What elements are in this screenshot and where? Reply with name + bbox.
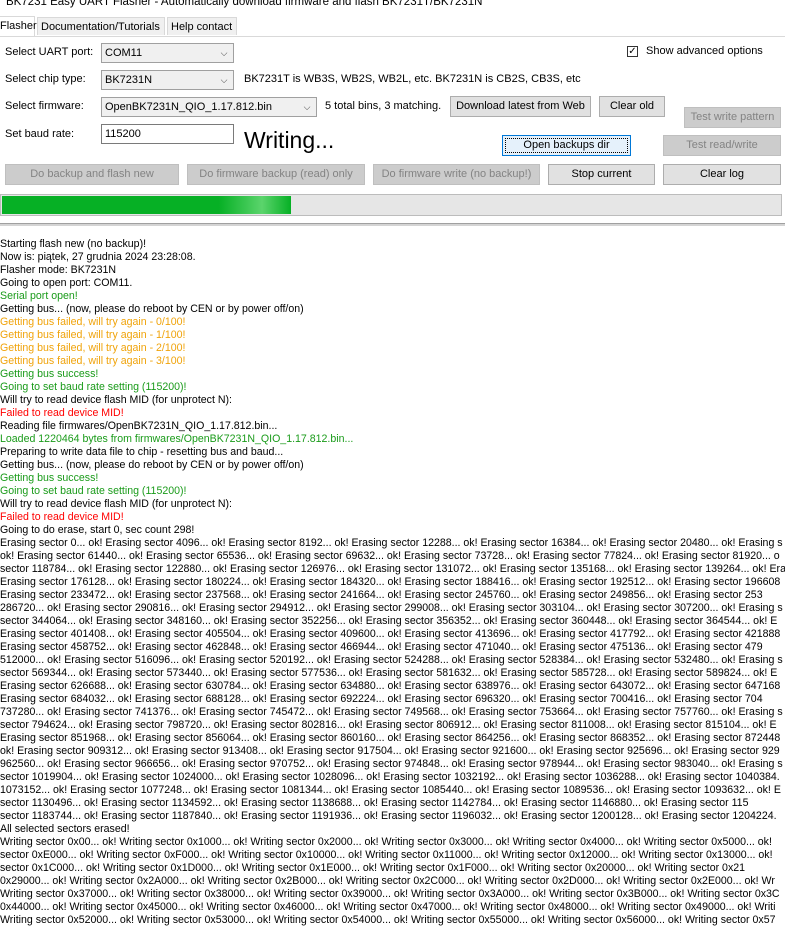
chip-type-select[interactable]: BK7231N ⌵ xyxy=(101,70,234,90)
log-divider xyxy=(0,223,785,226)
log-line: Failed to read device MID! xyxy=(0,407,124,419)
log-line: Going to set baud rate setting (115200)! xyxy=(0,381,187,393)
log-line: Erasing sector 684032... ok! Erasing sec… xyxy=(0,693,763,705)
advanced-options-checkbox[interactable]: ✓ xyxy=(627,46,638,57)
flash-progress-bar xyxy=(0,194,782,216)
log-line: Erasing sector 626688... ok! Erasing sec… xyxy=(0,680,781,692)
log-line: Getting bus failed, will try again - 0/1… xyxy=(0,316,186,328)
chip-type-label: Select chip type: xyxy=(5,73,86,85)
log-line: 0x29000... ok! Writing sector 0x2A000...… xyxy=(0,875,775,887)
log-line: Flasher mode: BK7231N xyxy=(0,264,117,276)
log-line: sector 0x1C000... ok! Writing sector 0x1… xyxy=(0,862,746,874)
log-line: Erasing sector 233472... ok! Erasing sec… xyxy=(0,589,763,601)
log-line: sector 0xE000... ok! Writing sector 0xF0… xyxy=(0,849,773,861)
log-line: Writing sector 0x52000... ok! Writing se… xyxy=(0,914,776,926)
chip-type-value: BK7231N xyxy=(105,74,153,86)
log-line: All selected sectors erased! xyxy=(0,823,130,835)
log-line: 286720... ok! Erasing sector 290816... o… xyxy=(0,602,783,614)
log-output[interactable]: Starting flash new (no backup)! Now is: p… xyxy=(0,238,785,926)
log-line: Erasing sector 401408... ok! Erasing sec… xyxy=(0,628,781,640)
chevron-down-icon: ⌵ xyxy=(303,102,311,112)
log-line: Failed to read device MID! xyxy=(0,511,124,523)
flasher-panel: Select UART port: COM11 ⌵ ✓ Show advance… xyxy=(0,37,785,218)
log-line: Getting bus failed, will try again - 1/1… xyxy=(0,329,186,341)
log-line: Erasing sector 851968... ok! Erasing sec… xyxy=(0,732,781,744)
log-line: ok! Erasing sector 909312... ok! Erasing… xyxy=(0,745,780,757)
window-title: BK7231 Easy UART Flasher - Automatically… xyxy=(0,0,785,9)
tab-flasher[interactable]: Flasher xyxy=(0,16,37,36)
log-line: 1073152... ok! Erasing sector 1077248...… xyxy=(0,784,781,796)
log-line: Getting bus... (now, please do reboot by… xyxy=(0,303,304,315)
firmware-count-note: 5 total bins, 3 matching. xyxy=(325,100,442,112)
log-line: Getting bus failed, will try again - 3/1… xyxy=(0,355,186,367)
chip-type-note: BK7231T is WB3S, WB2S, WB2L, etc. BK7231… xyxy=(244,73,581,85)
log-line: Getting bus failed, will try again - 2/1… xyxy=(0,342,186,354)
log-line: 737280... ok! Erasing sector 741376... o… xyxy=(0,706,783,718)
firmware-backup-button[interactable]: Do firmware backup (read) only xyxy=(187,164,365,185)
log-line: sector 569344... ok! Erasing sector 5734… xyxy=(0,667,778,679)
log-line: Getting bus success! xyxy=(0,472,99,484)
firmware-value: OpenBK7231N_QIO_1.17.812.bin xyxy=(105,101,272,113)
chevron-down-icon: ⌵ xyxy=(220,75,228,85)
log-line: Erasing sector 0... ok! Erasing sector 4… xyxy=(0,537,783,549)
status-writing: Writing... xyxy=(244,127,335,153)
log-line: sector 794624... ok! Erasing sector 7987… xyxy=(0,719,777,731)
log-line: sector 1019904... ok! Erasing sector 102… xyxy=(0,771,780,783)
log-line: Writing sector 0x00... ok! Writing secto… xyxy=(0,836,772,848)
clear-log-button[interactable]: Clear log xyxy=(663,164,781,185)
firmware-select[interactable]: OpenBK7231N_QIO_1.17.812.bin ⌵ xyxy=(101,97,317,117)
log-line: Going to open port: COM11. xyxy=(0,277,133,289)
download-latest-button[interactable]: Download latest from Web xyxy=(450,96,591,117)
test-read-write-button[interactable]: Test read/write xyxy=(663,135,781,156)
log-line: Reading file firmwares/OpenBK7231N_QIO_1… xyxy=(0,420,278,432)
log-line: Preparing to write data file to chip - r… xyxy=(0,446,284,458)
log-line: Erasing sector 176128... ok! Erasing sec… xyxy=(0,576,781,588)
log-line: ok! Erasing sector 61440... ok! Erasing … xyxy=(0,550,780,562)
baud-rate-label: Set baud rate: xyxy=(5,128,75,140)
test-write-pattern-button[interactable]: Test write pattern xyxy=(684,107,781,128)
log-line: sector 1183744... ok! Erasing sector 118… xyxy=(0,810,777,822)
log-line: sector 118784... ok! Erasing sector 1228… xyxy=(0,563,785,575)
uart-port-select[interactable]: COM11 ⌵ xyxy=(101,43,234,63)
uart-port-value: COM11 xyxy=(105,47,143,59)
advanced-options-label: Show advanced options xyxy=(646,45,763,57)
log-line: Going to do erase, start 0, sec count 29… xyxy=(0,524,195,536)
baud-rate-value: 115200 xyxy=(105,128,141,140)
log-line: sector 1130496... ok! Erasing sector 113… xyxy=(0,797,749,809)
tab-documentation[interactable]: Documentation/Tutorials xyxy=(37,17,165,35)
log-line: Going to set baud rate setting (115200)! xyxy=(0,485,187,497)
firmware-write-button[interactable]: Do firmware write (no backup!) xyxy=(373,164,540,185)
log-line: 512000... ok! Erasing sector 516096... o… xyxy=(0,654,783,666)
log-line: 0x44000... ok! Writing sector 0x45000...… xyxy=(0,901,776,913)
uart-port-label: Select UART port: xyxy=(5,46,94,58)
backup-and-flash-button[interactable]: Do backup and flash new xyxy=(5,164,179,185)
tab-strip: Flasher Documentation/Tutorials Help con… xyxy=(0,16,785,37)
log-line: Starting flash new (no backup)! xyxy=(0,238,147,250)
log-line: Will try to read device flash MID (for u… xyxy=(0,498,232,510)
log-line: Erasing sector 458752... ok! Erasing sec… xyxy=(0,641,763,653)
flash-progress-fill xyxy=(2,196,291,214)
firmware-label: Select firmware: xyxy=(5,100,84,112)
log-line: Getting bus success! xyxy=(0,368,99,380)
log-line: Will try to read device flash MID (for u… xyxy=(0,394,232,406)
open-backups-dir-button[interactable]: Open backups dir xyxy=(502,135,631,156)
log-line: Serial port open! xyxy=(0,290,78,302)
log-line: Writing sector 0x37000... ok! Writing se… xyxy=(0,888,780,900)
log-line: sector 344064... ok! Erasing sector 3481… xyxy=(0,615,778,627)
chevron-down-icon: ⌵ xyxy=(220,48,228,58)
tab-help-contact[interactable]: Help contact xyxy=(167,17,237,35)
clear-old-button[interactable]: Clear old xyxy=(599,96,665,117)
log-line: Loaded 1220464 bytes from firmwares/Open… xyxy=(0,433,354,445)
baud-rate-input[interactable]: 115200 xyxy=(101,124,234,144)
log-line: 962560... ok! Erasing sector 966656... o… xyxy=(0,758,783,770)
log-line: Now is: piątek, 27 grudnia 2024 23:28:08… xyxy=(0,251,196,263)
stop-current-button[interactable]: Stop current xyxy=(548,164,655,185)
log-line: Getting bus... (now, please do reboot by… xyxy=(0,459,304,471)
